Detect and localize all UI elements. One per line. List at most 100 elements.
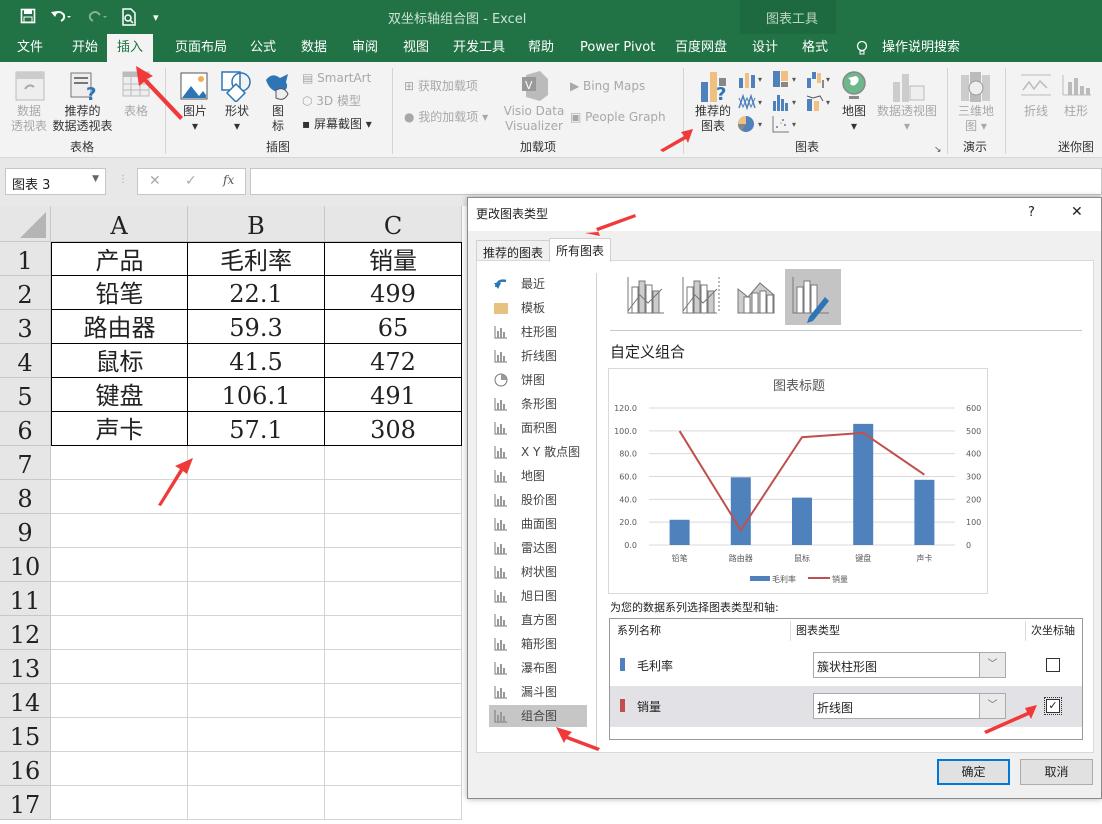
name-box[interactable]: 图表 3 ▼ xyxy=(5,168,106,195)
cell[interactable] xyxy=(188,718,325,752)
visio-button[interactable]: Visio Data Visualizer xyxy=(503,104,565,134)
row-header[interactable]: 17 xyxy=(0,786,51,820)
subtype-custom-combination[interactable] xyxy=(785,269,841,325)
row-header[interactable]: 12 xyxy=(0,616,51,650)
select-all-button[interactable] xyxy=(0,206,51,242)
charts-dialog-launcher-icon[interactable]: ↘ xyxy=(934,143,942,158)
cell[interactable]: 产品 xyxy=(51,242,188,276)
chart-type-sunburst-chart[interactable]: 旭日图 xyxy=(489,585,587,607)
waterfall-chart-dropdown-icon[interactable]: ▾ xyxy=(806,70,834,88)
scatter-chart-dropdown-icon[interactable]: ▾ xyxy=(772,115,800,133)
cell[interactable] xyxy=(51,446,188,480)
row-header[interactable]: 11 xyxy=(0,582,51,616)
chart-type-pie-chart[interactable]: 饼图 xyxy=(489,369,587,391)
cell[interactable]: 491 xyxy=(325,378,462,412)
cell[interactable] xyxy=(188,752,325,786)
cell[interactable]: 106.1 xyxy=(188,378,325,412)
cell[interactable]: 鼠标 xyxy=(51,344,188,378)
cell[interactable]: 57.1 xyxy=(188,412,325,446)
cell[interactable]: 铅笔 xyxy=(51,276,188,310)
row-header[interactable]: 14 xyxy=(0,684,51,718)
cell[interactable] xyxy=(325,616,462,650)
cell[interactable]: 59.3 xyxy=(188,310,325,344)
cell[interactable] xyxy=(325,684,462,718)
cell[interactable] xyxy=(188,582,325,616)
pivot-chart-button[interactable]: 数据透视图▾ xyxy=(874,104,940,134)
cell[interactable] xyxy=(51,718,188,752)
cell[interactable] xyxy=(188,446,325,480)
row-header[interactable]: 15 xyxy=(0,718,51,752)
line-chart-dropdown-icon[interactable]: ▾ xyxy=(738,93,766,111)
cell[interactable]: 22.1 xyxy=(188,276,325,310)
customize-qat-icon[interactable]: ▾ xyxy=(153,11,159,24)
cell[interactable]: 308 xyxy=(325,412,462,446)
statistic-chart-dropdown-icon[interactable]: ▾ xyxy=(772,93,800,111)
tab-file[interactable]: 文件 xyxy=(17,40,43,62)
subtype-stacked-area-column[interactable] xyxy=(730,269,786,325)
tab-design[interactable]: 设计 xyxy=(752,40,778,62)
people-graph-button[interactable]: ▣ People Graph xyxy=(570,110,666,125)
cell[interactable] xyxy=(325,446,462,480)
cancel-button[interactable]: 取消 xyxy=(1020,759,1093,785)
cell[interactable] xyxy=(325,718,462,752)
cell[interactable] xyxy=(325,548,462,582)
tell-me-search[interactable]: 操作说明搜索 xyxy=(882,40,960,62)
cell[interactable]: 销量 xyxy=(325,242,462,276)
cell[interactable] xyxy=(325,582,462,616)
tab-formulas[interactable]: 公式 xyxy=(250,40,276,62)
chart-type-scatter-chart[interactable]: X Y 散点图 xyxy=(489,441,587,463)
cell[interactable] xyxy=(51,752,188,786)
chart-type-histogram-chart[interactable]: 直方图 xyxy=(489,609,587,631)
row-header[interactable]: 3 xyxy=(0,310,51,344)
cell[interactable] xyxy=(325,650,462,684)
tab-home[interactable]: 开始 xyxy=(72,40,98,62)
row-header[interactable]: 4 xyxy=(0,344,51,378)
cell[interactable] xyxy=(51,582,188,616)
chart-type-box-chart[interactable]: 箱形图 xyxy=(489,633,587,655)
chart-type-line-chart[interactable]: 折线图 xyxy=(489,345,587,367)
tab-recommended-charts[interactable]: 推荐的图表 xyxy=(476,240,550,262)
cell[interactable] xyxy=(51,786,188,820)
icons-button[interactable]: 图 标 xyxy=(268,104,288,134)
chart-type-funnel-chart[interactable]: 漏斗图 xyxy=(489,681,587,703)
combo-chart-dropdown-icon[interactable]: ▾ xyxy=(806,93,834,111)
tab-power-pivot[interactable]: Power Pivot xyxy=(580,40,655,62)
table-button[interactable]: 表格 xyxy=(118,104,154,119)
cell[interactable] xyxy=(325,752,462,786)
chart-type-waterfall-chart[interactable]: 瀑布图 xyxy=(489,657,587,679)
cell[interactable] xyxy=(188,514,325,548)
tab-help[interactable]: 帮助 xyxy=(528,40,554,62)
pictures-button[interactable]: 图片▾ xyxy=(178,104,212,134)
series-chart-type-select[interactable]: 折线图﹀ xyxy=(813,693,1006,719)
recommended-charts-button[interactable]: 推荐的 图表 xyxy=(692,104,734,134)
tab-page-layout[interactable]: 页面布局 xyxy=(175,40,227,62)
my-addins-button[interactable]: ● 我的加载项 ▾ xyxy=(404,110,488,125)
cell[interactable]: 499 xyxy=(325,276,462,310)
shapes-button[interactable]: 形状▾ xyxy=(220,104,254,134)
cell[interactable] xyxy=(51,616,188,650)
3d-model-button[interactable]: ⬡ 3D 模型 xyxy=(302,94,361,109)
cell[interactable] xyxy=(188,480,325,514)
sparkline-line-button[interactable]: 折线 xyxy=(1020,104,1052,119)
row-header[interactable]: 13 xyxy=(0,650,51,684)
cell[interactable] xyxy=(51,684,188,718)
column-header-c[interactable]: C xyxy=(325,206,462,242)
chart-type-map-chart[interactable]: 地图 xyxy=(489,465,587,487)
row-header[interactable]: 16 xyxy=(0,752,51,786)
pivot-table-button[interactable]: 数据 透视表 xyxy=(8,104,50,134)
chart-type-column-chart[interactable]: 柱形图 xyxy=(489,321,587,343)
screenshot-button[interactable]: ▪ 屏幕截图 ▾ xyxy=(302,117,372,132)
cell[interactable]: 路由器 xyxy=(51,310,188,344)
cell[interactable] xyxy=(51,650,188,684)
column-header-b[interactable]: B xyxy=(188,206,325,242)
pie-chart-dropdown-icon[interactable]: ▾ xyxy=(738,115,766,133)
chart-type-bar-chart[interactable]: 条形图 xyxy=(489,393,587,415)
save-icon[interactable] xyxy=(20,8,36,28)
row-header[interactable]: 9 xyxy=(0,514,51,548)
row-header[interactable]: 1 xyxy=(0,242,51,276)
cell[interactable] xyxy=(188,548,325,582)
subtype-clustered-column-line-secondary[interactable] xyxy=(675,269,731,325)
cell[interactable] xyxy=(188,616,325,650)
column-chart-dropdown-icon[interactable]: ▾ xyxy=(738,70,766,88)
tab-format[interactable]: 格式 xyxy=(802,40,828,62)
